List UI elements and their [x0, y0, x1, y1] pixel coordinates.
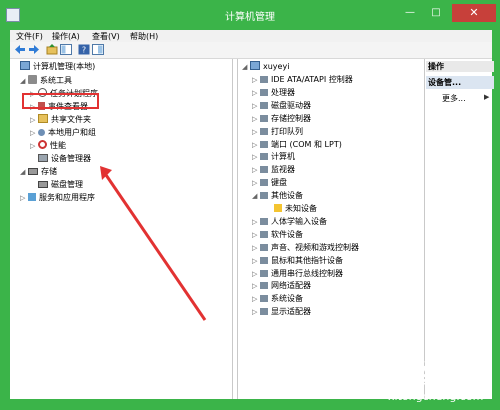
logo-icon: [344, 354, 382, 392]
computer-management-window: 计算机管理 — □ ✕ 文件(F) 操作(A) 查看(V) 帮助(H) ? 计算…: [0, 0, 500, 410]
watermark-logo: 系统城 xitongcheng.com: [340, 350, 500, 410]
annotation-arrow: [100, 166, 207, 321]
watermark-title: 系统城: [390, 360, 469, 390]
watermark-url: xitongcheng.com: [388, 390, 484, 403]
